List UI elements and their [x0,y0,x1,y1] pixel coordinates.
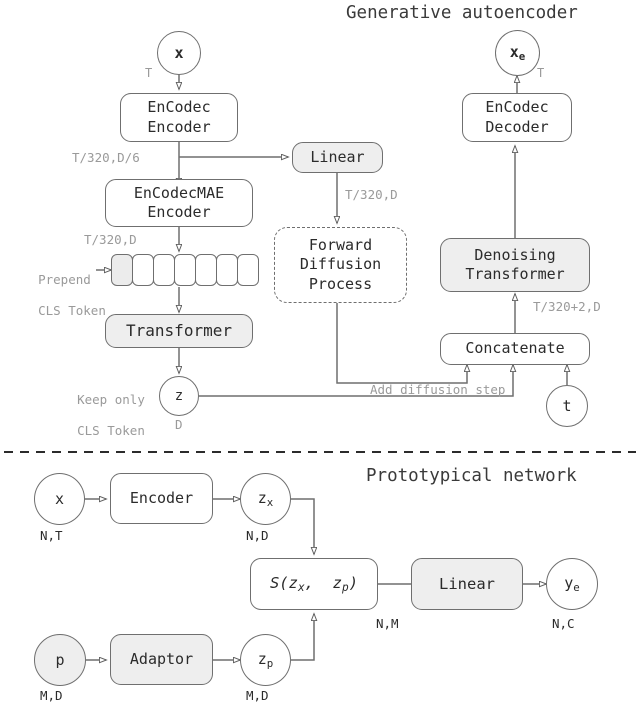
node-proto-input-x[interactable]: x [34,473,85,525]
edge-label-x-to-encoder: T [145,66,153,80]
node-linear-generative[interactable]: Linear [292,142,383,173]
edge-label-encodecmae-out: T/320,D [84,232,137,247]
node-transformer-label: Transformer [126,320,232,340]
node-denoising-transformer-line1: Denoising [474,245,556,264]
node-proto-similarity-label: S(zx, zp) [270,573,358,596]
token-item[interactable] [153,254,175,286]
node-proto-ye-base: y [564,573,574,592]
edge-label-z-dim: D [175,417,183,432]
node-proto-adaptor[interactable]: Adaptor [110,634,213,685]
annotation-keep-cls-line2: CLS Token [77,422,145,438]
node-forward-diffusion-line1: Forward [308,235,373,254]
node-proto-input-p[interactable]: p [34,634,86,686]
node-proto-ye-label: ye [564,574,580,594]
node-proto-zx-label: zx [258,489,274,509]
node-encodecmae-encoder-line1: EnCodecMAE [133,183,225,202]
node-output-xe[interactable]: xe [495,30,540,76]
node-proto-similarity-sub1: x [297,580,305,594]
title-prototypical-network: Prototypical network [366,466,577,486]
node-encodec-encoder-line1: EnCodec [147,98,211,116]
annotation-keep-cls-line1: Keep only [77,391,145,407]
token-item[interactable] [237,254,259,286]
annotation-prepend-cls-token: Prepend CLS Token [8,256,106,334]
edge-label-proto-p-dim: M,D [40,688,63,703]
node-timestep-t-label: t [562,397,572,415]
node-timestep-t[interactable]: t [546,385,588,427]
node-proto-encoder-label: Encoder [129,488,194,507]
edge-label-concat-out: T/320+2,D [533,299,601,314]
token-item[interactable] [174,254,196,286]
node-proto-similarity-open: S(z [269,573,298,592]
edge-label-proto-ye-dim: N,C [552,616,575,631]
node-forward-diffusion-process[interactable]: Forward Diffusion Process [274,227,407,303]
node-forward-diffusion-line2: Diffusion [299,255,382,274]
node-proto-similarity-close: ) [348,573,359,592]
token-row [111,254,259,286]
node-proto-linear[interactable]: Linear [411,558,523,610]
node-proto-ye[interactable]: ye [546,558,598,610]
node-denoising-transformer-line2: Transformer [465,265,565,283]
annotation-prepend-cls-line2: CLS Token [38,302,106,318]
node-encodecmae-encoder[interactable]: EnCodecMAE Encoder [105,179,253,227]
node-encodec-decoder-line1: EnCodec [485,98,549,116]
node-proto-input-p-label: p [55,651,65,669]
node-proto-zx-base: z [257,488,267,507]
node-proto-encoder[interactable]: Encoder [110,473,213,524]
node-proto-zx[interactable]: zx [240,473,291,525]
node-proto-zp-base: z [257,649,267,668]
node-latent-z-label: z [174,388,184,404]
annotation-keep-cls-token: Keep only CLS Token [47,376,145,454]
node-proto-similarity[interactable]: S(zx, zp) [250,558,378,610]
node-encodec-encoder[interactable]: EnCodec Encoder [120,93,238,142]
node-encodecmae-encoder-line2: Encoder [147,203,211,221]
node-denoising-transformer[interactable]: Denoising Transformer [440,238,590,292]
node-proto-zx-subscript: x [266,496,274,509]
node-output-xe-subscript: e [518,50,526,63]
node-proto-ye-subscript: e [573,581,580,594]
token-item[interactable] [132,254,154,286]
edge-label-proto-similarity-dim: N,M [376,616,399,631]
node-proto-zp[interactable]: zp [240,634,291,686]
edge-label-linear-out: T/320,D [345,187,398,202]
node-forward-diffusion-line3: Process [308,274,373,293]
edge-label-proto-zp-dim: M,D [246,688,269,703]
node-proto-zp-subscript: p [266,657,274,670]
node-concatenate[interactable]: Concatenate [440,333,590,365]
token-item[interactable] [195,254,217,286]
node-linear-generative-label: Linear [310,147,365,166]
node-encodec-encoder-line2: Encoder [147,117,211,136]
token-item[interactable] [216,254,238,286]
annotation-prepend-cls-line1: Prepend [38,271,91,287]
token-cls[interactable] [111,254,133,286]
edge-label-proto-x-dim: N,T [40,528,63,543]
node-transformer[interactable]: Transformer [105,314,253,348]
node-proto-adaptor-label: Adaptor [129,649,194,668]
annotation-add-diffusion-step: Add diffusion step [370,382,506,397]
node-proto-similarity-sub2: p [341,580,349,594]
edge-label-encodec-encoder-out: T/320,D/6 [72,150,140,165]
edge-label-proto-zx-dim: N,D [246,528,269,543]
node-output-xe-base: x [509,42,519,61]
node-proto-input-x-label: x [54,490,65,508]
node-concatenate-label: Concatenate [465,339,565,358]
node-latent-z[interactable]: z [159,376,199,416]
node-input-x-label: x [174,44,184,62]
node-proto-similarity-mid: , z [304,573,342,592]
edge-label-decoder-to-xe: T [537,66,545,80]
title-generative-autoencoder: Generative autoencoder [346,3,578,23]
node-proto-linear-label: Linear [439,574,495,593]
node-encodec-decoder[interactable]: EnCodec Decoder [462,93,572,142]
node-proto-zp-label: zp [258,650,274,670]
diagram-canvas: Generative autoencoder Prototypical netw… [0,0,640,704]
node-input-x[interactable]: x [157,31,201,75]
node-output-xe-label: xe [510,43,526,63]
node-encodec-decoder-line2: Decoder [485,117,549,136]
